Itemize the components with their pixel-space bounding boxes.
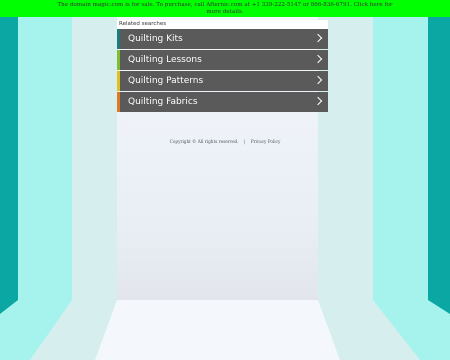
footer: Copyright © All rights reserved. | Priva… — [0, 139, 450, 144]
related-searches-title: Related searches — [117, 20, 328, 29]
related-link-quilting-fabrics[interactable]: Quilting Fabrics — [117, 92, 328, 112]
floor-perspective — [0, 300, 450, 360]
privacy-policy-link[interactable]: Privacy Policy — [251, 139, 281, 144]
domain-sale-banner[interactable]: The domain magic.com is for sale. To pur… — [0, 0, 450, 17]
related-link-label: Quilting Fabrics — [128, 97, 198, 107]
related-link-label: Quilting Kits — [128, 34, 183, 44]
chevron-right-icon — [313, 54, 323, 64]
footer-separator: | — [243, 139, 246, 144]
left-pale-panel — [72, 0, 117, 300]
chevron-right-icon — [313, 96, 323, 106]
chevron-right-icon — [313, 33, 323, 43]
related-link-quilting-kits[interactable]: Quilting Kits — [117, 29, 328, 49]
banner-text[interactable]: The domain magic.com is for sale. To pur… — [55, 2, 395, 15]
related-link-label: Quilting Patterns — [128, 76, 204, 86]
related-link-quilting-lessons[interactable]: Quilting Lessons — [117, 50, 328, 70]
left-cyan-column — [18, 0, 72, 300]
right-teal-column — [428, 0, 450, 300]
right-cyan-column — [373, 0, 428, 300]
related-link-quilting-patterns[interactable]: Quilting Patterns — [117, 71, 328, 91]
copyright-text: Copyright © All rights reserved. — [169, 139, 239, 144]
related-searches: Related searches Quilting Kits Quilting … — [117, 20, 328, 113]
chevron-right-icon — [313, 75, 323, 85]
left-teal-column — [0, 0, 18, 300]
related-link-label: Quilting Lessons — [128, 55, 202, 65]
